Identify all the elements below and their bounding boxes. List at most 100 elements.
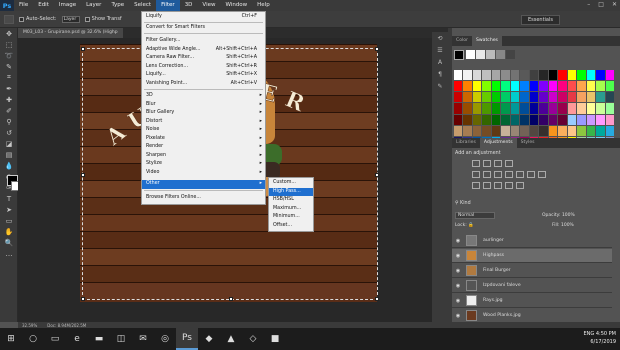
filter-menu-item[interactable]: Sharpen ▸ — [142, 152, 265, 161]
mail-icon[interactable]: ✉ — [132, 328, 154, 350]
vibrance-icon[interactable] — [472, 171, 480, 178]
transform-handle[interactable] — [81, 297, 85, 301]
search-icon[interactable]: ○ — [22, 328, 44, 350]
layer-row[interactable]: ◉ Wood Planks.jpg — [452, 309, 612, 323]
tab-styles[interactable]: Styles — [517, 138, 539, 148]
tab-color[interactable]: Color — [452, 36, 472, 46]
color-swatch[interactable] — [558, 81, 567, 92]
color-swatch[interactable] — [501, 125, 510, 136]
menu-view[interactable]: View — [197, 0, 220, 11]
black-white-icon[interactable] — [505, 171, 513, 178]
menu-layer[interactable]: Layer — [81, 0, 106, 11]
color-swatch[interactable] — [567, 103, 577, 114]
color-swatch[interactable] — [539, 114, 548, 125]
eyedropper-tool-icon[interactable]: ✒ — [0, 83, 18, 94]
color-swatch[interactable] — [539, 70, 548, 81]
menu-filter[interactable]: Filter — [156, 0, 180, 11]
photo-filter-icon[interactable] — [516, 171, 524, 178]
eye-icon[interactable]: ◉ — [454, 253, 462, 259]
edge-icon[interactable]: e — [66, 328, 88, 350]
color-swatch[interactable] — [472, 103, 482, 114]
filter-menu-item[interactable]: Liquify Ctrl+F — [142, 13, 265, 22]
color-swatch[interactable] — [454, 125, 463, 136]
show-transform-checkbox[interactable] — [84, 16, 90, 22]
color-swatch[interactable] — [520, 103, 529, 114]
eye-icon[interactable]: ◉ — [454, 268, 462, 274]
color-swatch[interactable] — [472, 92, 482, 103]
submenu-item-maximum[interactable]: Maximum... — [269, 205, 313, 214]
opacity-value[interactable]: 100% — [562, 213, 575, 218]
eraser-tool-icon[interactable]: ◪ — [0, 138, 18, 149]
windows-start-icon[interactable]: ⊞ — [0, 328, 22, 350]
brush-tool-icon[interactable]: ✐ — [0, 105, 18, 116]
language-indicator[interactable]: ENG — [583, 331, 594, 337]
brightness-contrast-icon[interactable] — [472, 160, 480, 167]
blur-tool-icon[interactable]: 💧 — [0, 160, 18, 171]
filter-menu-item[interactable]: Blur Gallery ▸ — [142, 109, 265, 118]
channel-mixer-icon[interactable] — [527, 171, 535, 178]
transform-handle[interactable] — [375, 47, 379, 51]
task-view-icon[interactable]: ▭ — [44, 328, 66, 350]
levels-icon[interactable] — [483, 160, 491, 167]
eye-icon[interactable]: ◉ — [454, 238, 462, 244]
color-swatch[interactable] — [548, 81, 558, 92]
color-swatch[interactable] — [529, 103, 539, 114]
filter-menu-item[interactable]: Camera Raw Filter... Shift+Ctrl+A — [142, 54, 265, 63]
color-swatch[interactable] — [539, 103, 548, 114]
color-swatch[interactable] — [577, 92, 586, 103]
auto-select-option[interactable]: Auto-Select: — [19, 16, 57, 22]
color-swatch[interactable] — [529, 125, 539, 136]
layer-row[interactable]: ◉ Highpass — [452, 249, 612, 263]
character-icon[interactable]: A — [432, 56, 448, 68]
color-swatch[interactable] — [596, 114, 605, 125]
color-swatch[interactable] — [491, 81, 501, 92]
transform-handle[interactable] — [229, 297, 233, 301]
document-tab[interactable]: M03_L03 - Grupirane.psd @ 32.6% (Highp — [18, 28, 123, 38]
app-icon[interactable]: ■ — [264, 328, 286, 350]
color-swatch[interactable] — [463, 114, 472, 125]
menu-select[interactable]: Select — [129, 0, 156, 11]
path-select-tool-icon[interactable]: ➤ — [0, 204, 18, 215]
blend-mode-dropdown[interactable]: Normal — [455, 212, 495, 219]
filter-menu-item[interactable]: Stylize ▸ — [142, 160, 265, 169]
filter-menu-item[interactable]: Vanishing Point... Alt+Ctrl+V — [142, 80, 265, 89]
submenu-item-custom[interactable]: Custom... — [269, 179, 313, 188]
color-swatch[interactable] — [577, 81, 586, 92]
filter-menu-item[interactable]: Lens Correction... Shift+Ctrl+R — [142, 63, 265, 72]
filter-menu-item[interactable]: Adaptive Wide Angle... Alt+Shift+Ctrl+A — [142, 46, 265, 55]
color-swatch[interactable] — [501, 114, 510, 125]
close-icon[interactable]: ✕ — [612, 1, 617, 8]
transform-handle[interactable] — [81, 47, 85, 51]
color-swatch[interactable] — [491, 103, 501, 114]
color-lookup-icon[interactable] — [538, 171, 546, 178]
color-swatch[interactable] — [539, 125, 548, 136]
photoshop-taskbar-icon[interactable]: Ps — [176, 328, 198, 350]
submenu-item-minimum[interactable]: Minimum... — [269, 213, 313, 222]
layer-row[interactable]: ◉ Izpdovani faleve — [452, 279, 612, 293]
transform-handle[interactable] — [375, 173, 379, 177]
color-swatch[interactable] — [510, 81, 520, 92]
color-swatch[interactable] — [454, 70, 463, 81]
layer-row[interactable]: ◉ Final Burger — [452, 264, 612, 278]
chrome-icon[interactable]: ◎ — [154, 328, 176, 350]
color-swatch[interactable] — [596, 125, 605, 136]
color-swatch[interactable] — [529, 114, 539, 125]
filter-menu-item[interactable]: Video ▸ — [142, 169, 265, 178]
color-swatch[interactable] — [558, 114, 567, 125]
color-swatch[interactable] — [539, 81, 548, 92]
color-swatch[interactable] — [586, 81, 596, 92]
filter-menu-item[interactable]: Distort ▸ — [142, 118, 265, 127]
color-swatch[interactable] — [567, 114, 577, 125]
menu-window[interactable]: Window — [220, 0, 252, 11]
color-swatch[interactable] — [482, 114, 491, 125]
transform-handle[interactable] — [375, 297, 379, 301]
app-icon[interactable]: ◇ — [242, 328, 264, 350]
selective-color-icon[interactable] — [516, 182, 524, 189]
color-swatch[interactable] — [463, 125, 472, 136]
color-swatch[interactable] — [463, 70, 472, 81]
exposure-icon[interactable] — [505, 160, 513, 167]
history-icon[interactable]: ⟲ — [432, 32, 448, 44]
filter-menu-item[interactable]: Noise ▸ — [142, 126, 265, 135]
move-tool-icon[interactable]: ✥ — [0, 28, 18, 39]
minimize-icon[interactable]: – — [587, 1, 590, 8]
